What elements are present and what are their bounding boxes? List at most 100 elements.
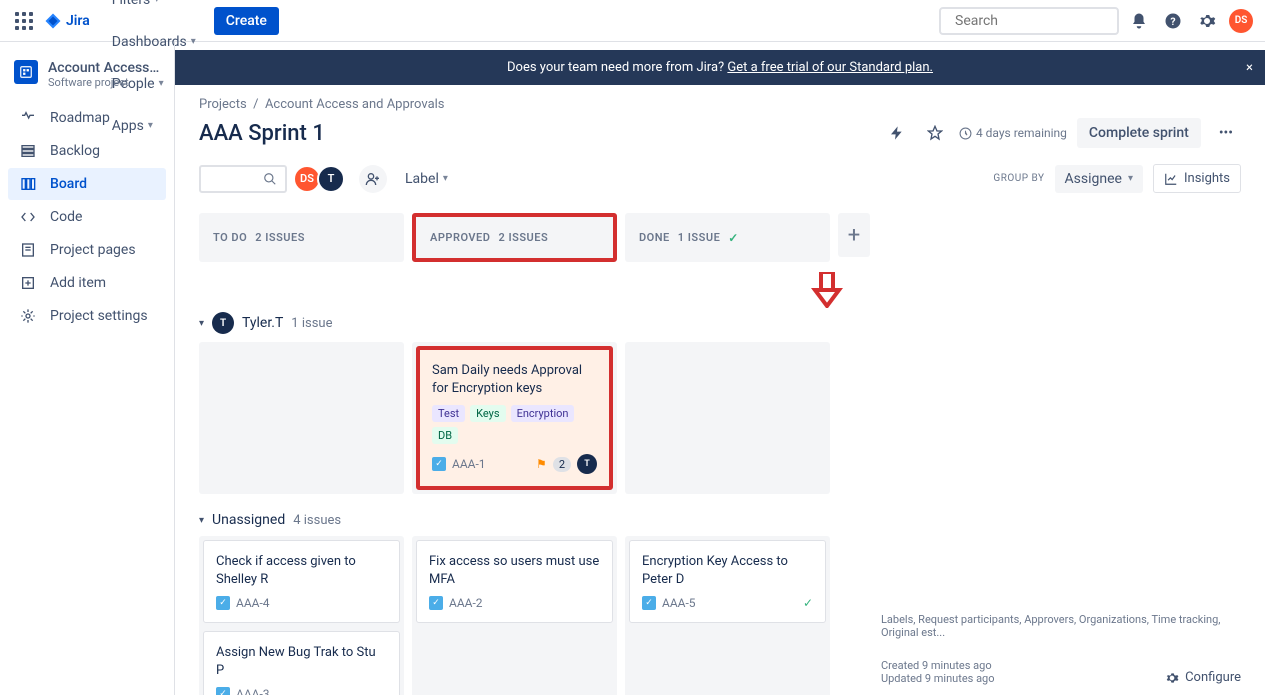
swimlane-avatar: T [212, 312, 234, 334]
card-aaa-5[interactable]: Encryption Key Access to Peter D✓AAA-5✓ [629, 540, 826, 623]
label-filter[interactable]: Label▾ [397, 165, 456, 193]
search-icon [263, 172, 277, 186]
breadcrumb-leaf[interactable]: Account Access and Approvals [265, 97, 445, 112]
help-icon[interactable]: ? [1159, 7, 1187, 35]
board-search[interactable] [199, 165, 287, 193]
card-tags: Test Keys Encryption DB [432, 405, 597, 444]
sidebar-item-project-pages[interactable]: Project pages [8, 234, 166, 266]
assignee-avatar[interactable]: T [577, 454, 597, 474]
svg-text:?: ? [1170, 14, 1175, 27]
project-type: Software project [48, 76, 160, 89]
chart-icon [1164, 172, 1178, 186]
chevron-down-icon: ▾ [199, 515, 204, 526]
project-icon [14, 60, 38, 84]
card-key: AAA-5 [662, 596, 696, 610]
search-input[interactable] [955, 13, 1133, 29]
created-time: Created 9 minutes ago [881, 659, 995, 672]
sidebar-icon [20, 308, 36, 324]
sidebar-item-board[interactable]: Board [8, 168, 166, 200]
check-icon: ✓ [728, 231, 739, 245]
star-icon[interactable] [921, 119, 949, 147]
avatar-stack[interactable]: DS T [297, 165, 345, 193]
card-aaa-2[interactable]: Fix access so users must use MFA✓AAA-2 [416, 540, 613, 623]
nav-filters[interactable]: Filters▾ [102, 0, 206, 21]
card-aaa-4[interactable]: Check if access given to Shelley R✓AAA-4 [203, 540, 400, 623]
column-header-approved[interactable]: APPROVED 2 ISSUES [412, 213, 617, 262]
cell-todo-unassigned[interactable]: Check if access given to Shelley R✓AAA-4… [199, 536, 404, 695]
tag[interactable]: Test [432, 405, 465, 422]
banner-close-icon[interactable]: × [1246, 60, 1253, 75]
sidebar-item-backlog[interactable]: Backlog [8, 135, 166, 167]
cell-done-unassigned[interactable]: Encryption Key Access to Peter D✓AAA-5✓ [625, 536, 830, 695]
notifications-icon[interactable] [1125, 7, 1153, 35]
cell-todo-tyler[interactable] [199, 342, 404, 494]
swimlane-unassigned[interactable]: ▾ Unassigned 4 issues [199, 504, 1241, 536]
task-type-icon: ✓ [216, 596, 230, 610]
apps-switcher-icon[interactable] [12, 9, 36, 33]
card-key: AAA-1 [452, 457, 486, 471]
project-header[interactable]: Account Access and Ap... Software projec… [4, 54, 170, 101]
profile-avatar[interactable]: DS [1229, 9, 1253, 33]
swimlane-tyler[interactable]: ▾ T Tyler.T 1 issue [199, 304, 1241, 342]
sidebar-icon [20, 110, 36, 126]
sidebar-icon [20, 209, 36, 225]
avatar-t[interactable]: T [317, 165, 345, 193]
gear-icon [1165, 671, 1179, 685]
automation-icon[interactable] [883, 119, 911, 147]
sidebar-item-code[interactable]: Code [8, 201, 166, 233]
jira-logo[interactable]: Jira [44, 12, 90, 30]
cell-approved-unassigned[interactable]: Fix access so users must use MFA✓AAA-2 [412, 536, 617, 695]
promo-banner: Does your team need more from Jira? Get … [175, 50, 1265, 85]
groupby-label: GROUP BY [993, 173, 1044, 184]
flag-icon: ⚑ [536, 457, 547, 471]
global-search[interactable] [939, 7, 1119, 35]
add-people-button[interactable] [359, 165, 387, 193]
annotation-arrow [413, 272, 1241, 308]
column-header-todo[interactable]: TO DO 2 ISSUES [199, 213, 404, 262]
more-actions-icon[interactable]: ••• [1211, 119, 1241, 147]
chevron-down-icon: ▾ [199, 318, 204, 329]
settings-icon[interactable] [1193, 7, 1221, 35]
cell-approved-tyler[interactable]: Sam Daily needs Approval for Encryption … [412, 342, 617, 494]
configure-button[interactable]: Configure [1165, 670, 1241, 685]
breadcrumb: Projects / Account Access and Approvals [199, 97, 1241, 112]
tag[interactable]: DB [432, 427, 458, 444]
main-content: Does your team need more from Jira? Get … [175, 42, 1265, 695]
project-name: Account Access and Ap... [48, 60, 160, 76]
task-type-icon: ✓ [432, 457, 446, 471]
groupby-dropdown[interactable]: Assignee▾ [1055, 165, 1143, 193]
sidebar-item-roadmap[interactable]: Roadmap [8, 102, 166, 134]
sidebar: Account Access and Ap... Software projec… [0, 42, 175, 695]
count-badge: 2 [553, 457, 571, 472]
insights-button[interactable]: Insights [1153, 164, 1241, 193]
task-type-icon: ✓ [429, 596, 443, 610]
task-type-icon: ✓ [216, 687, 230, 695]
sidebar-item-add-item[interactable]: Add item [8, 267, 166, 299]
page-title: AAA Sprint 1 [199, 121, 325, 146]
card-key: AAA-2 [449, 596, 483, 610]
tag[interactable]: Keys [470, 405, 505, 422]
sidebar-icon [20, 275, 36, 291]
time-remaining: 4 days remaining [959, 126, 1067, 140]
create-button[interactable]: Create [214, 7, 279, 35]
card-aaa-1[interactable]: Sam Daily needs Approval for Encryption … [416, 346, 613, 490]
top-navigation: Jira Your work▾Projects▾Filters▾Dashboar… [0, 0, 1265, 42]
add-column-button[interactable]: + [838, 213, 870, 257]
task-type-icon: ✓ [642, 596, 656, 610]
updated-time: Updated 9 minutes ago [881, 672, 995, 685]
card-aaa-3[interactable]: Assign New Bug Trak to Stu P✓AAA-3 [203, 631, 400, 695]
sidebar-icon [20, 242, 36, 258]
sidebar-icon [20, 176, 36, 192]
clock-icon [959, 127, 972, 140]
done-check-icon: ✓ [803, 596, 813, 610]
column-headers: TO DO 2 ISSUES APPROVED 2 ISSUES DONE 1 … [199, 213, 1241, 262]
sidebar-item-project-settings[interactable]: Project settings [8, 300, 166, 332]
tag[interactable]: Encryption [511, 405, 575, 422]
breadcrumb-root[interactable]: Projects [199, 97, 247, 112]
complete-sprint-button[interactable]: Complete sprint [1077, 118, 1201, 148]
column-header-done[interactable]: DONE 1 ISSUE ✓ [625, 213, 830, 262]
card-key: AAA-3 [236, 687, 270, 695]
cell-done-tyler[interactable] [625, 342, 830, 494]
banner-link[interactable]: Get a free trial of our Standard plan. [727, 60, 933, 75]
issue-side-footer: Labels, Request participants, Approvers,… [881, 613, 1241, 695]
